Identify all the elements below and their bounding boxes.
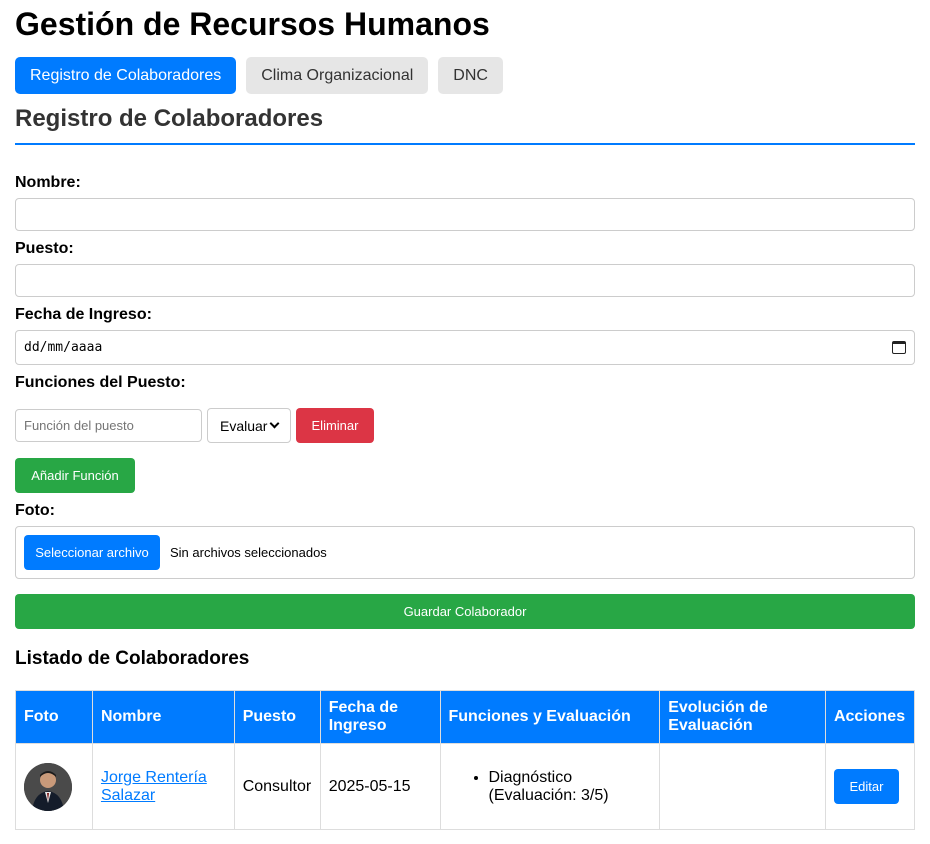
cell-foto [15,743,93,830]
select-file-button[interactable]: Seleccionar archivo [24,535,160,570]
colaborador-name-link[interactable]: Jorge Rentería Salazar [101,769,207,804]
evaluar-select-value: Evaluar [220,417,268,434]
fecha-ingreso-input[interactable]: dd/mm/aaaa [15,330,915,365]
calendar-icon[interactable] [892,341,906,354]
tab-dnc[interactable]: DNC [438,57,503,94]
header-fecha: Fecha de Ingreso [319,690,441,744]
chevron-down-icon [269,418,280,429]
funcion-row: Función del puesto Evaluar Eliminar [15,408,374,443]
app-title: Gestión de Recursos Humanos [15,6,490,42]
nombre-input[interactable] [15,198,915,231]
header-nombre: Nombre [91,690,235,744]
save-colaborador-button[interactable]: Guardar Colaborador [15,594,915,629]
cell-puesto: Consultor [233,743,321,830]
funcion-input[interactable]: Función del puesto [15,409,202,442]
funciones-label: Funciones del Puesto: [15,374,186,391]
section-title: Registro de Colaboradores [15,105,915,145]
eliminar-funcion-button[interactable]: Eliminar [296,408,374,443]
colaboradores-table: Foto Nombre Puesto Fecha de Ingreso Func… [15,690,916,830]
funciones-list: Diagnóstico (Evaluación: 3/5) [449,769,652,805]
fecha-ingreso-label: Fecha de Ingreso: [15,306,152,323]
cell-evolucion [659,743,826,830]
tab-registro-colaboradores[interactable]: Registro de Colaboradores [15,57,237,94]
fecha-ingreso-value: dd/mm/aaaa [24,340,103,355]
file-status-text: Sin archivos seleccionados [170,545,327,560]
puesto-input[interactable] [15,264,915,297]
cell-acciones: Editar [824,743,916,830]
nombre-label: Nombre: [15,174,81,191]
tab-clima-organizacional[interactable]: Clima Organizacional [246,57,429,94]
puesto-label: Puesto: [15,240,74,257]
header-funciones: Funciones y Evaluación [439,690,661,744]
header-evolucion: Evolución de Evaluación [659,690,826,744]
tab-bar: Registro de Colaboradores Clima Organiza… [15,57,503,94]
cell-funciones: Diagnóstico (Evaluación: 3/5) [439,743,661,830]
evaluar-select[interactable]: Evaluar [207,408,291,443]
avatar-photo-icon [24,762,72,811]
table-header-row: Foto Nombre Puesto Fecha de Ingreso Func… [15,690,916,744]
header-puesto: Puesto [233,690,321,744]
header-foto: Foto [15,690,93,744]
list-item: Diagnóstico (Evaluación: 3/5) [489,769,652,805]
list-title: Listado de Colaboradores [15,648,250,669]
cell-fecha: 2025-05-15 [319,743,441,830]
avatar [24,762,72,811]
cell-nombre: Jorge Rentería Salazar [91,743,235,830]
table-row: Jorge Rentería Salazar Consultor 2025-05… [15,743,916,830]
foto-file-input: Seleccionar archivo Sin archivos selecci… [15,526,915,579]
add-funcion-button[interactable]: Añadir Función [15,458,135,493]
foto-label: Foto: [15,502,55,519]
header-acciones: Acciones [824,690,916,744]
edit-button[interactable]: Editar [833,769,899,804]
